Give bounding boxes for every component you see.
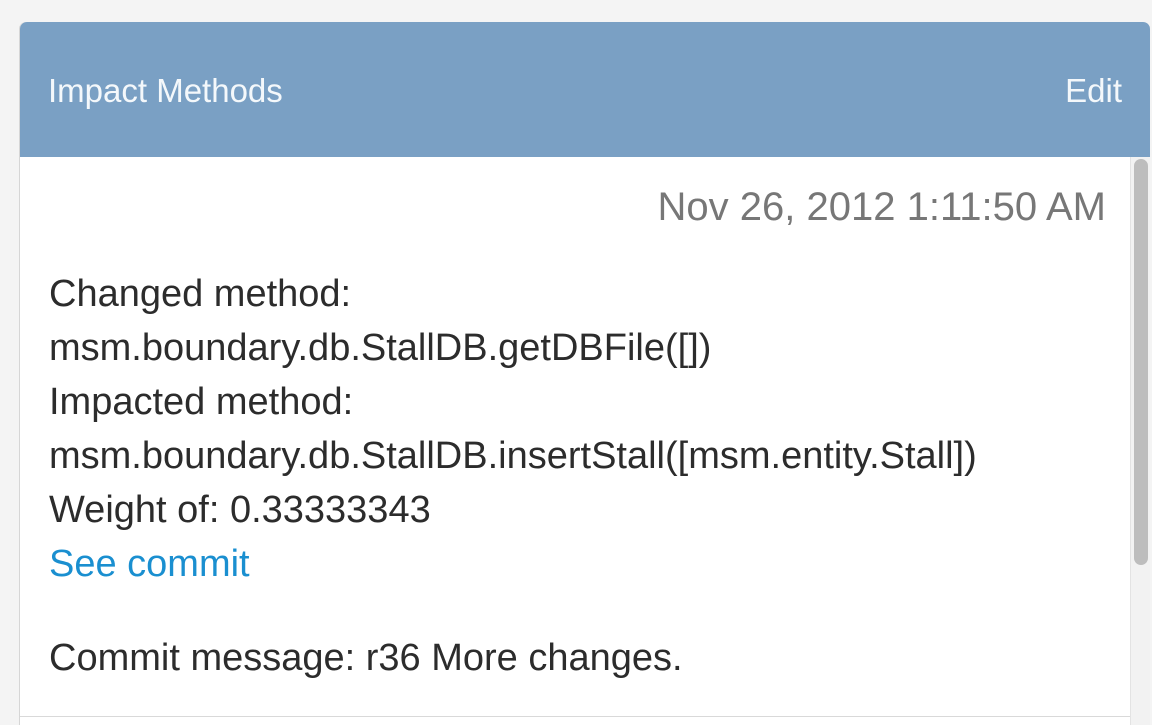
- impacted-method-value: msm.boundary.db.StallDB.insertStall([msm…: [49, 435, 977, 477]
- changed-method-label: Changed method:: [49, 273, 352, 315]
- changed-method-value: msm.boundary.db.StallDB.getDBFile([]): [49, 327, 712, 369]
- commit-message: Commit message: r36 More changes.: [49, 637, 683, 679]
- weight-value: Weight of: 0.33333343: [49, 489, 431, 531]
- entry-divider: [20, 716, 1130, 717]
- edit-link[interactable]: Edit: [1065, 71, 1122, 111]
- vertical-scrollbar[interactable]: [1130, 157, 1150, 725]
- page: Impact Methods Edit Nov 26, 2012 1:11:50…: [0, 0, 1152, 725]
- impact-methods-panel: Impact Methods Edit Nov 26, 2012 1:11:50…: [20, 22, 1150, 725]
- scrollbar-thumb[interactable]: [1134, 159, 1148, 565]
- panel-body: Nov 26, 2012 1:11:50 AM Changed method: …: [20, 157, 1130, 717]
- see-commit-link[interactable]: See commit: [49, 537, 1129, 591]
- panel-header: Impact Methods Edit: [20, 22, 1150, 157]
- entry-timestamp: Nov 26, 2012 1:11:50 AM: [657, 185, 1106, 229]
- panel-title: Impact Methods: [48, 72, 283, 109]
- impact-details: Changed method: msm.boundary.db.StallDB.…: [49, 267, 1129, 591]
- impacted-method-label: Impacted method:: [49, 381, 354, 423]
